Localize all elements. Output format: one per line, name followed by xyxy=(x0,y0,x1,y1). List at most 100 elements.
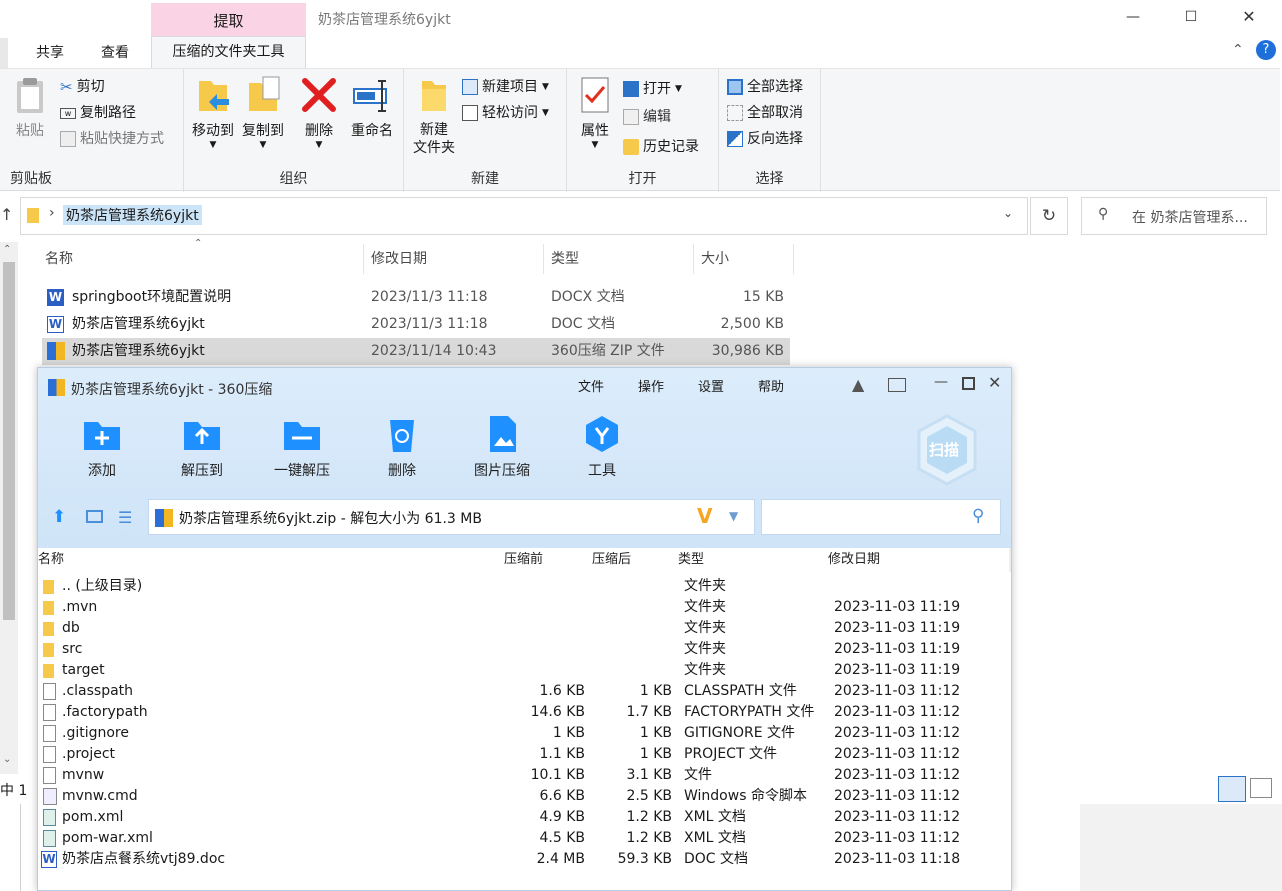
close-button[interactable]: ✕ xyxy=(1234,4,1264,30)
cut-button[interactable]: ✂ 剪切 xyxy=(60,77,105,97)
address-dropdown-icon[interactable]: ⌄ xyxy=(1003,206,1013,220)
zip-search-icon[interactable]: ⚲ xyxy=(972,506,984,526)
minimize-button[interactable]: — xyxy=(1118,4,1148,30)
zip-column-date[interactable]: 修改日期 xyxy=(828,548,880,572)
collapse-ribbon-icon[interactable]: ⌃ xyxy=(1232,42,1244,58)
zip-list-row[interactable]: .gitignore 1 KB 1 KB GITIGNORE 文件 2023-11-03… xyxy=(38,723,1011,744)
address-bar[interactable]: › 奶茶店管理系统6yjkt ⌄ xyxy=(20,197,1028,235)
explorer-search-box[interactable]: ⚲ 在 奶茶店管理系... xyxy=(1081,197,1267,235)
add-button[interactable]: 添加 xyxy=(62,414,142,480)
tab-view[interactable]: 查看 xyxy=(101,42,129,62)
menu-operate[interactable]: 操作 xyxy=(638,376,664,395)
tab-zip-tools[interactable]: 压缩的文件夹工具 xyxy=(151,36,306,69)
column-date[interactable]: 修改日期 xyxy=(371,244,427,274)
tools-button[interactable]: 工具 xyxy=(562,414,642,480)
file-row-selected[interactable]: 奶茶店管理系统6yjkt 2023/11/14 10:43 360压缩 ZIP … xyxy=(42,338,790,365)
zip-list-row[interactable]: .. (上级目录) 文件夹 xyxy=(38,576,1011,597)
zip-list-row[interactable]: .classpath 1.6 KB 1 KB CLASSPATH 文件 2023-11-… xyxy=(38,681,1011,702)
file-row[interactable]: W springboot环境配置说明 2023/11/3 11:18 DOCX … xyxy=(42,284,790,311)
zip-list-row[interactable]: db 文件夹 2023-11-03 11:19 xyxy=(38,618,1011,639)
zip-list-row[interactable]: mvnw 10.1 KB 3.1 KB 文件 2023-11-03 11:12 xyxy=(38,765,1011,786)
details-view-icon[interactable] xyxy=(1218,776,1246,802)
zip-row-before: 4.5 KB xyxy=(539,830,586,846)
zip-minimize-button[interactable]: — xyxy=(934,374,948,390)
zip-list-row[interactable]: pom.xml 4.9 KB 1.2 KB XML 文档 2023-11-03 11:1… xyxy=(38,807,1011,828)
zip-list-row[interactable]: .mvn 文件夹 2023-11-03 11:19 xyxy=(38,597,1011,618)
file-row[interactable]: W 奶茶店管理系统6yjkt 2023/11/3 11:18 DOC 文档 2,… xyxy=(42,311,790,338)
zip-column-type[interactable]: 类型 xyxy=(678,548,704,572)
select-all-button[interactable]: 全部选择 xyxy=(727,77,803,97)
tab-extract[interactable]: 提取 xyxy=(151,10,306,31)
sort-indicator-icon: ⌃ xyxy=(194,238,203,249)
image-compress-button[interactable]: 图片压缩 xyxy=(462,414,542,480)
open-icon xyxy=(623,81,639,97)
zip-list-row[interactable]: .factorypath 14.6 KB 1.7 KB FACTORYPATH 文件 2… xyxy=(38,702,1011,723)
zip-column-name[interactable]: 名称 xyxy=(38,548,64,572)
zip-list-row[interactable]: src 文件夹 2023-11-03 11:19 xyxy=(38,639,1011,660)
refresh-button[interactable]: ↻ xyxy=(1030,197,1068,235)
column-size[interactable]: 大小 xyxy=(701,244,729,274)
maximize-button[interactable]: ☐ xyxy=(1176,4,1206,30)
feedback-icon[interactable] xyxy=(888,378,906,392)
delete-button[interactable]: 删除 ▼ xyxy=(298,75,340,150)
properties-button[interactable]: 属性 ▼ xyxy=(573,75,617,150)
paste-shortcut-button[interactable]: 粘贴快捷方式 xyxy=(60,129,164,149)
copy-to-button[interactable]: 复制到 ▼ xyxy=(238,75,288,150)
zip-path-bar[interactable]: 奶茶店管理系统6yjkt.zip - 解包大小为 61.3 MB V ▼ xyxy=(148,499,755,535)
tab-file-edge xyxy=(0,38,8,68)
scan-button[interactable]: 扫描 xyxy=(915,414,979,486)
column-divider xyxy=(793,244,794,274)
move-to-button[interactable]: 移动到 ▼ xyxy=(188,75,238,150)
column-divider xyxy=(363,244,364,274)
zip-delete-button[interactable]: 删除 xyxy=(362,414,442,480)
edit-button[interactable]: 编辑 xyxy=(623,107,671,127)
zip-column-before[interactable]: 压缩前 xyxy=(504,548,543,572)
thumbnail-view-icon[interactable] xyxy=(86,510,103,523)
v-verify-icon[interactable]: V xyxy=(697,504,712,528)
nav-pane-scrollbar[interactable]: ⌃ ⌄ xyxy=(0,242,18,774)
path-dropdown-icon[interactable]: ▼ xyxy=(729,509,738,523)
new-item-button[interactable]: 新建项目 ▼ xyxy=(462,77,549,97)
zip-list-row[interactable]: target 文件夹 2023-11-03 11:19 xyxy=(38,660,1011,681)
help-icon[interactable]: ? xyxy=(1256,40,1276,60)
scroll-thumb[interactable] xyxy=(3,262,15,620)
zip-list-row[interactable]: W 奶茶店点餐系统vtj89.doc 2.4 MB 59.3 KB DOC 文档 2023… xyxy=(38,849,1011,870)
zip-list-row[interactable]: .project 1.1 KB 1 KB PROJECT 文件 2023-11-03 1… xyxy=(38,744,1011,765)
extract-to-button[interactable]: 解压到 xyxy=(162,414,242,480)
menu-settings[interactable]: 设置 xyxy=(698,376,724,395)
menu-help[interactable]: 帮助 xyxy=(758,376,784,395)
scroll-down-icon[interactable]: ⌄ xyxy=(3,754,11,765)
address-text[interactable]: 奶茶店管理系统6yjkt xyxy=(63,205,202,225)
scroll-up-icon[interactable]: ⌃ xyxy=(3,244,11,255)
skin-icon[interactable]: ▲ xyxy=(852,375,864,394)
paste-button[interactable]: 粘贴 xyxy=(8,77,52,141)
copy-path-button[interactable]: w 复制路径 xyxy=(60,103,136,123)
new-folder-button[interactable]: 新建 文件夹 xyxy=(406,75,462,157)
tab-share[interactable]: 共享 xyxy=(36,42,64,62)
file-icon xyxy=(43,683,56,700)
column-type[interactable]: 类型 xyxy=(551,244,579,274)
column-name[interactable]: 名称 xyxy=(45,244,73,274)
rename-button[interactable]: 重命名 xyxy=(344,75,400,141)
open-button[interactable]: 打开 ▼ xyxy=(623,79,682,99)
menu-file[interactable]: 文件 xyxy=(578,376,604,395)
zip-close-button[interactable]: ✕ xyxy=(988,373,1001,392)
zip-up-icon[interactable]: ⬆ xyxy=(52,507,70,527)
clipboard-group-label: 剪贴板 xyxy=(10,171,52,187)
invert-selection-button[interactable]: 反向选择 xyxy=(727,129,803,149)
select-none-button[interactable]: 全部取消 xyxy=(727,103,803,123)
up-arrow-icon[interactable]: ↑ xyxy=(0,205,13,224)
large-icons-view-icon[interactable] xyxy=(1250,778,1272,798)
easy-access-button[interactable]: 轻松访问 ▼ xyxy=(462,103,549,123)
zip-column-after[interactable]: 压缩后 xyxy=(592,548,631,572)
one-click-extract-button[interactable]: 一键解压 xyxy=(262,414,342,480)
zip-search-box[interactable]: ⚲ xyxy=(761,499,1001,535)
zip-row-before: 4.9 KB xyxy=(539,809,586,825)
file-icon xyxy=(43,746,56,763)
zip-maximize-button[interactable] xyxy=(962,377,975,390)
list-view-icon[interactable]: ☰ xyxy=(118,508,132,527)
zip-list-row[interactable]: pom-war.xml 4.5 KB 1.2 KB XML 文档 2023-11-03 … xyxy=(38,828,1011,849)
zip-list-row[interactable]: mvnw.cmd 6.6 KB 2.5 KB Windows 命令脚本 2023-11-… xyxy=(38,786,1011,807)
window-title: 奶茶店管理系统6yjkt xyxy=(318,12,451,28)
history-button[interactable]: 历史记录 xyxy=(623,137,699,157)
